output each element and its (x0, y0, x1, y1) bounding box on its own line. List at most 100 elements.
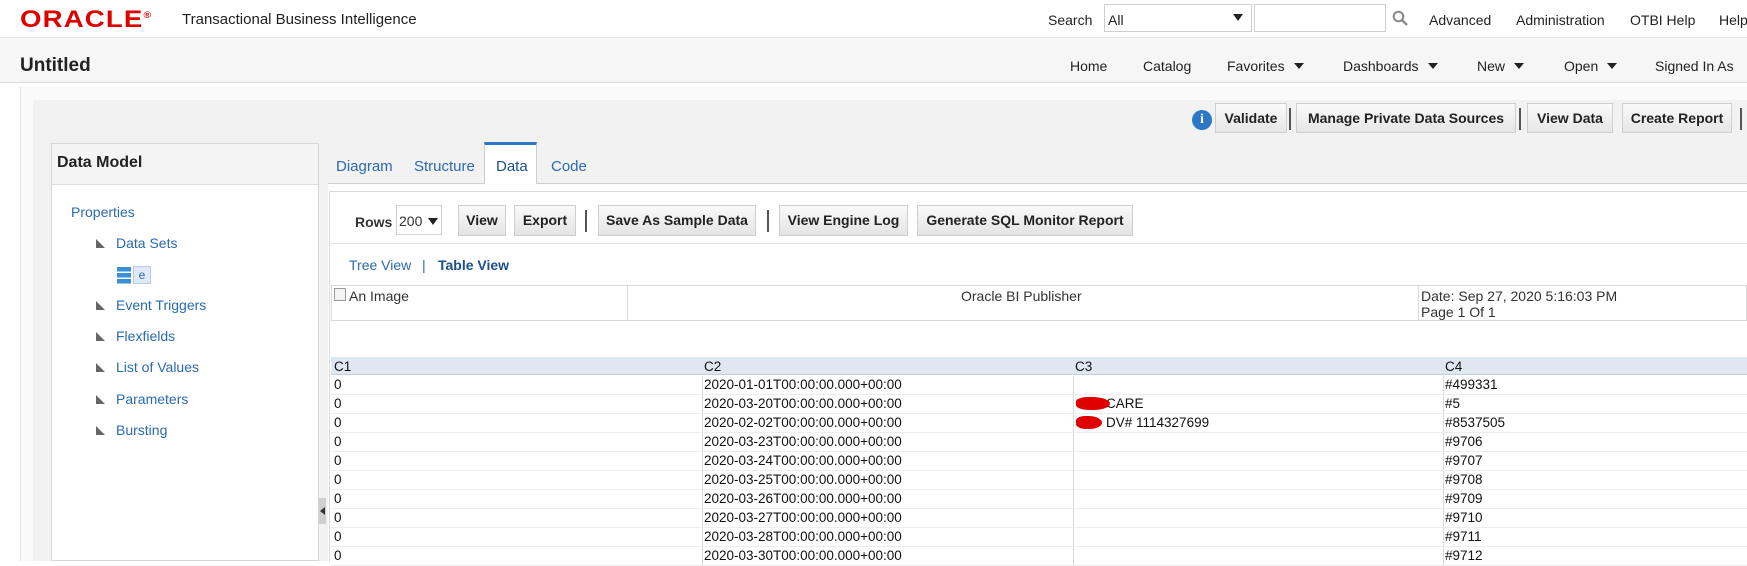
grid-cell: 2020-02-02T00:00:00.000+00:00 (704, 415, 902, 430)
link-otbi-help[interactable]: OTBI Help (1630, 12, 1695, 28)
export-button[interactable]: Export (514, 205, 576, 236)
grid-column-divider (702, 376, 703, 566)
search-scope-select[interactable] (1104, 4, 1252, 32)
grid-cell: 2020-03-23T00:00:00.000+00:00 (704, 434, 902, 449)
tree-view-link[interactable]: Tree View (349, 257, 411, 273)
redaction-mark (1076, 397, 1110, 410)
nav-open[interactable]: Open (1564, 58, 1618, 74)
nav-new[interactable]: New (1477, 58, 1525, 74)
grid-cell: 0 (334, 434, 342, 449)
grid-column-divider (1443, 376, 1444, 566)
tab-data[interactable]: Data (496, 158, 528, 175)
create-report-button[interactable]: Create Report (1622, 103, 1732, 133)
rows-label: Rows (355, 214, 393, 230)
grid-cell: CARE (1106, 396, 1144, 411)
nav-dashboards[interactable]: Dashboards (1343, 58, 1438, 74)
splitter-collapse-icon[interactable] (320, 507, 325, 515)
tree-item-list-of-values[interactable]: List of Values (116, 359, 199, 375)
toolbar-separator (767, 210, 769, 232)
grid-cell: 2020-03-28T00:00:00.000+00:00 (704, 529, 902, 544)
search-scope-value: All (1108, 12, 1124, 28)
toolbar-separator (585, 210, 587, 232)
report-date: Date: Sep 27, 2020 5:16:03 PM (1421, 288, 1618, 304)
link-help[interactable]: Help (1719, 12, 1747, 28)
tree-item-parameters[interactable]: Parameters (116, 391, 188, 407)
tree-item-dataset[interactable]: e (133, 266, 151, 284)
tab-code[interactable]: Code (551, 158, 587, 175)
grid-cell: 2020-03-25T00:00:00.000+00:00 (704, 472, 902, 487)
view-data-button[interactable]: View Data (1527, 103, 1613, 133)
table-row (331, 413, 1747, 414)
validate-button[interactable]: Validate (1215, 103, 1287, 133)
collapse-triangle-icon[interactable] (96, 395, 105, 404)
generate-sql-monitor-report-button[interactable]: Generate SQL Monitor Report (917, 205, 1133, 236)
tree-item-properties[interactable]: Properties (71, 204, 135, 220)
table-row (331, 546, 1747, 547)
toolbar-separator (1519, 108, 1521, 130)
save-as-sample-data-button[interactable]: Save As Sample Data (598, 205, 756, 236)
nav-home[interactable]: Home (1070, 58, 1107, 74)
search-label: Search (1048, 12, 1093, 28)
collapse-triangle-icon[interactable] (96, 239, 105, 248)
tree-item-bursting[interactable]: Bursting (116, 422, 167, 438)
chevron-down-icon (1427, 63, 1438, 70)
nav-catalog[interactable]: Catalog (1143, 58, 1191, 74)
tree-item-flexfields[interactable]: Flexfields (116, 328, 175, 344)
tab-diagram[interactable]: Diagram (336, 158, 393, 175)
grid-column-header[interactable]: C3 (1075, 359, 1092, 374)
manage-private-data-sources-button[interactable]: Manage Private Data Sources (1296, 103, 1516, 133)
view-button[interactable]: View (458, 205, 506, 236)
grid-cell: DV# 1114327699 (1106, 415, 1210, 430)
table-row (331, 432, 1747, 433)
info-icon[interactable]: i (1192, 110, 1212, 130)
table-row (331, 508, 1747, 509)
product-name: Transactional Business Intelligence (182, 11, 417, 28)
oracle-logo[interactable]: ORACLE® (20, 6, 152, 34)
grid-cell: #5 (1445, 396, 1461, 411)
redaction-mark (1076, 416, 1102, 429)
grid-cell: 2020-03-24T00:00:00.000+00:00 (704, 453, 902, 468)
chevron-down-icon[interactable] (1233, 14, 1243, 21)
tree-item-data-sets[interactable]: Data Sets (116, 235, 177, 251)
collapse-triangle-icon[interactable] (96, 301, 105, 310)
view-separator: | (422, 257, 426, 273)
grid-cell: 2020-03-27T00:00:00.000+00:00 (704, 510, 902, 525)
collapse-triangle-icon[interactable] (96, 426, 105, 435)
grid-cell: #9706 (1445, 434, 1483, 449)
nav-signed-in-as[interactable]: Signed In As (1655, 58, 1734, 74)
grid-cell: 0 (334, 472, 342, 487)
collapse-triangle-icon[interactable] (96, 332, 105, 341)
grid-cell: 2020-03-26T00:00:00.000+00:00 (704, 491, 902, 506)
toolbar-separator (1740, 108, 1742, 130)
toolbar-separator (1289, 108, 1291, 130)
chevron-down-icon (1607, 63, 1618, 70)
grid-column-header[interactable]: C4 (1445, 359, 1462, 374)
nav-favorites[interactable]: Favorites (1227, 58, 1304, 74)
search-input[interactable] (1254, 4, 1386, 32)
grid-cell: #9711 (1445, 529, 1482, 544)
grid-column-header[interactable]: C2 (704, 359, 721, 374)
grid-header-row (331, 357, 1747, 375)
tree-item-event-triggers[interactable]: Event Triggers (116, 297, 206, 313)
view-engine-log-button[interactable]: View Engine Log (779, 205, 908, 236)
grid-cell: 0 (334, 453, 342, 468)
chevron-down-icon[interactable] (428, 218, 438, 225)
table-view-link[interactable]: Table View (438, 257, 509, 273)
grid-cell: #9708 (1445, 472, 1483, 487)
grid-cell: #9707 (1445, 453, 1483, 468)
grid-cell: 0 (334, 415, 342, 430)
grid-cell: #8537505 (1445, 415, 1506, 430)
table-row (331, 470, 1747, 471)
search-icon[interactable] (1392, 10, 1408, 26)
chevron-down-icon (1514, 63, 1525, 70)
tab-structure[interactable]: Structure (414, 158, 475, 175)
grid-cell: 0 (334, 529, 342, 544)
link-advanced[interactable]: Advanced (1429, 12, 1491, 28)
data-tab-frame (329, 191, 1747, 562)
report-header-divider (627, 285, 628, 321)
grid-column-header[interactable]: C1 (334, 359, 351, 374)
grid-cell: 0 (334, 377, 342, 392)
collapse-triangle-icon[interactable] (96, 363, 105, 372)
link-administration[interactable]: Administration (1516, 12, 1605, 28)
grid-cell: 0 (334, 510, 342, 525)
